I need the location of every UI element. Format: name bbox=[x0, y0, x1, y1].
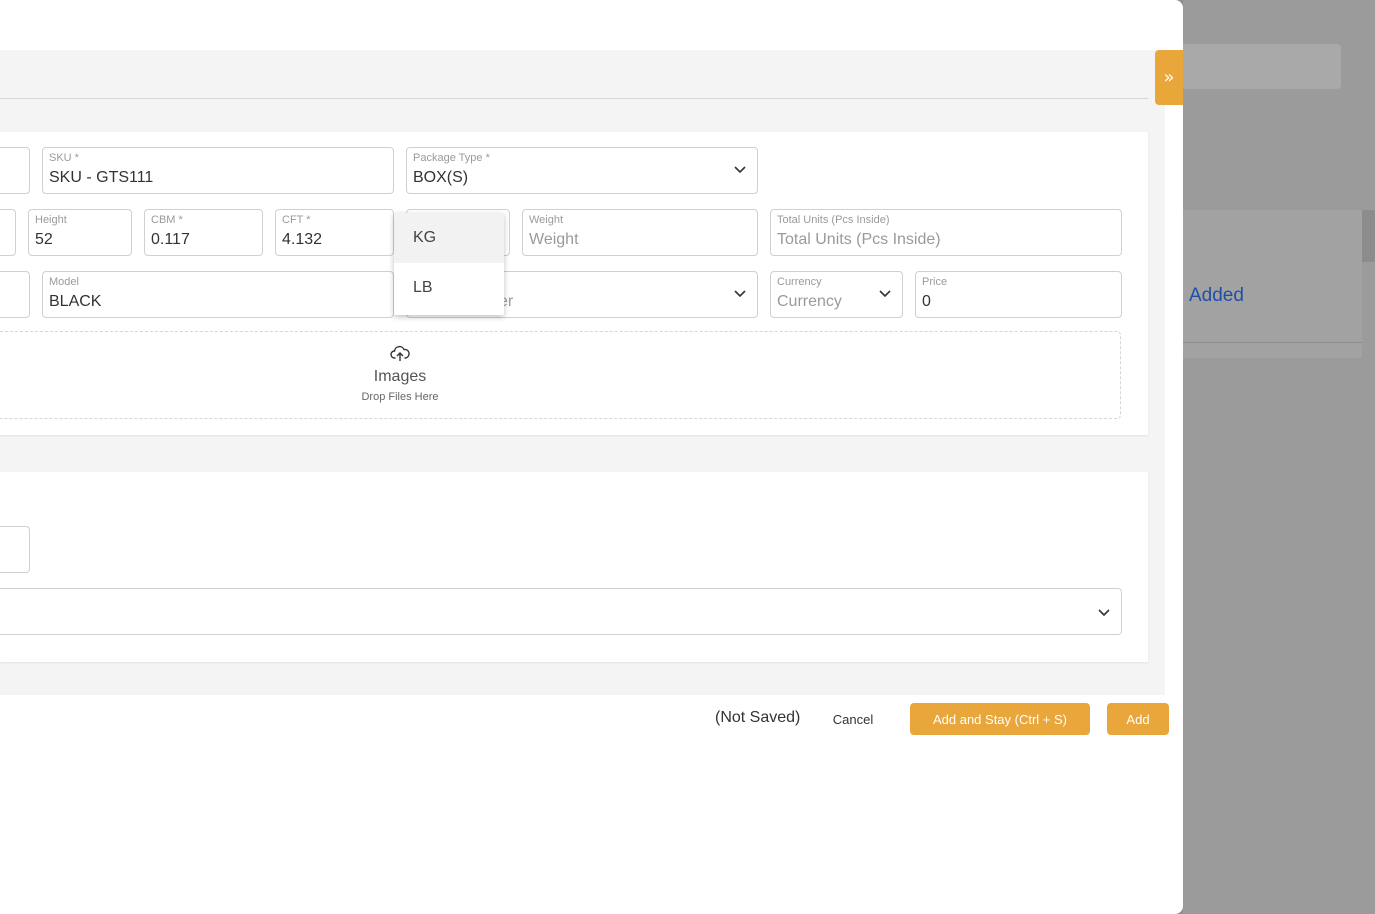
sku-label: SKU * bbox=[49, 152, 79, 164]
total-units-field[interactable]: Total Units (Pcs Inside) Total Units (Pc… bbox=[770, 209, 1122, 256]
total-units-label: Total Units (Pcs Inside) bbox=[777, 214, 890, 226]
background-card-edge bbox=[1362, 210, 1375, 262]
wide-select-field[interactable] bbox=[0, 588, 1122, 635]
sku-value: SKU - GTS111 bbox=[49, 169, 154, 186]
chevron-down-icon bbox=[734, 166, 746, 174]
cropped-field-row1[interactable] bbox=[0, 147, 30, 194]
dropdown-option-kg[interactable]: KG bbox=[394, 213, 504, 263]
background-card bbox=[1183, 210, 1362, 358]
weight-label: Weight bbox=[529, 214, 564, 226]
currency-placeholder: Currency bbox=[777, 293, 842, 310]
background-app bbox=[1183, 0, 1375, 914]
total-units-placeholder: Total Units (Pcs Inside) bbox=[777, 231, 941, 248]
package-type-value: BOX(S) bbox=[413, 169, 469, 186]
collapse-panel-button[interactable]: » bbox=[1155, 50, 1183, 105]
sku-field[interactable]: SKU * SKU - GTS111 bbox=[42, 147, 394, 194]
cft-value: 4.132 bbox=[282, 231, 323, 248]
height-value: 52 bbox=[35, 231, 53, 248]
background-search-bar bbox=[1172, 44, 1341, 89]
add-and-stay-button[interactable]: Add and Stay (Ctrl + S) bbox=[910, 703, 1090, 735]
cropped-field-card2[interactable] bbox=[0, 526, 30, 573]
dropzone-title: Images bbox=[373, 368, 427, 385]
save-status-text: (Not Saved) bbox=[715, 709, 801, 726]
model-label: Model bbox=[49, 276, 79, 288]
cbm-field[interactable]: CBM * 0.117 bbox=[144, 209, 263, 256]
add-button[interactable]: Add bbox=[1107, 703, 1169, 735]
cloud-upload-icon bbox=[390, 345, 410, 361]
dropdown-option-lb[interactable]: LB bbox=[394, 263, 504, 313]
cropped-field-row3[interactable] bbox=[0, 271, 30, 318]
currency-label: Currency bbox=[777, 276, 822, 288]
model-field[interactable]: Model BLACK bbox=[42, 271, 394, 318]
add-product-modal: » SKU * SKU - GTS111 Package Type * BOX(… bbox=[0, 0, 1183, 914]
cft-field[interactable]: CFT * 4.132 bbox=[275, 209, 394, 256]
model-value: BLACK bbox=[49, 293, 102, 310]
height-label: Height bbox=[35, 214, 67, 226]
cropped-field-row2[interactable] bbox=[0, 209, 16, 256]
package-type-select[interactable]: Package Type * BOX(S) bbox=[406, 147, 758, 194]
package-type-label: Package Type * bbox=[413, 152, 490, 164]
background-card-divider bbox=[1183, 342, 1362, 343]
double-chevron-right-icon: » bbox=[1163, 67, 1175, 88]
currency-select[interactable]: Currency Currency bbox=[770, 271, 903, 318]
price-label: Price bbox=[922, 276, 948, 288]
price-field[interactable]: Price 0 bbox=[915, 271, 1122, 318]
section-divider bbox=[0, 98, 1148, 99]
chevron-down-icon bbox=[1098, 609, 1110, 617]
cbm-label: CBM * bbox=[151, 214, 183, 226]
weight-unit-dropdown-menu: KG LB bbox=[394, 213, 504, 315]
price-value: 0 bbox=[922, 293, 931, 310]
cft-label: CFT * bbox=[282, 214, 311, 226]
chevron-down-icon bbox=[879, 290, 891, 298]
cancel-button[interactable]: Cancel bbox=[822, 703, 884, 735]
chevron-down-icon bbox=[734, 290, 746, 298]
cbm-value: 0.117 bbox=[151, 231, 190, 248]
height-field[interactable]: Height 52 bbox=[28, 209, 132, 256]
dropzone-subtitle: Drop Files Here bbox=[361, 391, 439, 403]
background-added-text: Added bbox=[1189, 285, 1244, 306]
weight-placeholder: Weight bbox=[529, 231, 579, 248]
weight-field[interactable]: Weight Weight bbox=[522, 209, 758, 256]
